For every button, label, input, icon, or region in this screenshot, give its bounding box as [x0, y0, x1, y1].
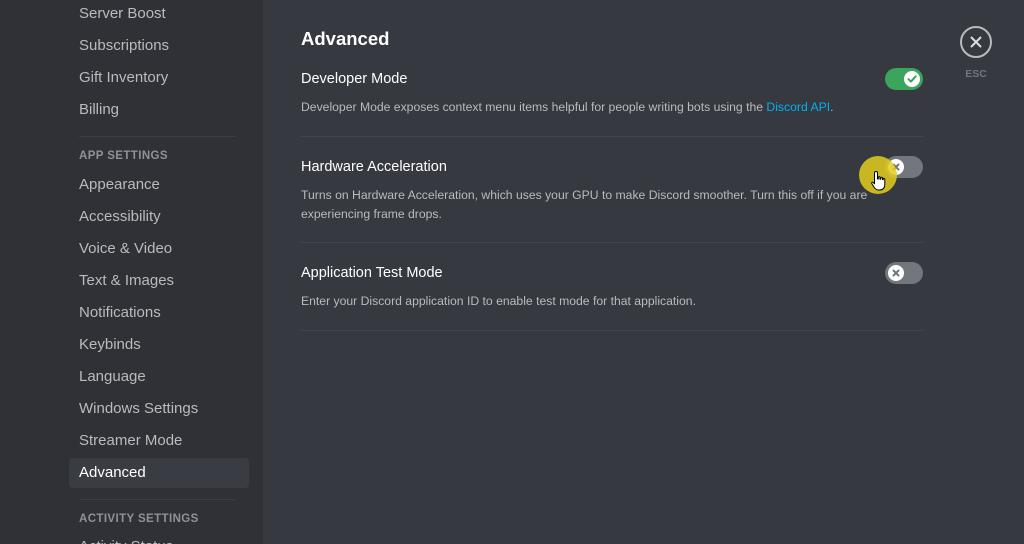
settings-content: Advanced Developer Mode Developer Mode e… [263, 0, 1024, 544]
setting-divider [301, 330, 923, 331]
developer-mode-toggle[interactable] [885, 68, 923, 90]
application-test-mode-description: Enter your Discord application ID to ena… [301, 294, 696, 308]
sidebar-item-subscriptions[interactable]: Subscriptions [69, 31, 249, 61]
sidebar-item-notifications[interactable]: Notifications [69, 298, 249, 328]
sidebar-item-accessibility[interactable]: Accessibility [69, 202, 249, 232]
description-text: Developer Mode exposes context menu item… [301, 100, 767, 114]
sidebar-item-windows-settings[interactable]: Windows Settings [69, 394, 249, 424]
hand-cursor-icon [871, 171, 886, 191]
developer-mode-description: Developer Mode exposes context menu item… [301, 98, 881, 117]
sidebar-separator [79, 499, 235, 500]
description-suffix: . [830, 100, 834, 114]
close-button[interactable] [960, 26, 992, 58]
check-icon [907, 75, 917, 83]
discord-api-link[interactable]: Discord API [766, 100, 830, 114]
sidebar-item-appearance[interactable]: Appearance [69, 170, 249, 200]
setting-divider [301, 136, 923, 137]
hardware-acceleration-title: Hardware Acceleration [301, 159, 447, 175]
sidebar-item-server-boost[interactable]: Server Boost [69, 0, 249, 29]
application-test-mode-title: Application Test Mode [301, 265, 443, 281]
esc-label: ESC [965, 68, 987, 80]
close-icon [970, 36, 982, 48]
page-title: Advanced [301, 28, 390, 49]
hardware-acceleration-description: Turns on Hardware Acceleration, which us… [301, 188, 868, 221]
toggle-knob [904, 71, 920, 87]
sidebar-item-advanced[interactable]: Advanced [69, 458, 249, 488]
sidebar-item-language[interactable]: Language [69, 362, 249, 392]
sidebar-item-gift-inventory[interactable]: Gift Inventory [69, 63, 249, 93]
toggle-knob [888, 265, 904, 281]
sidebar-item-text-images[interactable]: Text & Images [69, 266, 249, 296]
sidebar-item-voice-video[interactable]: Voice & Video [69, 234, 249, 264]
settings-sidebar: Server Boost Subscriptions Gift Inventor… [0, 0, 263, 544]
sidebar-separator [79, 136, 235, 137]
sidebar-item-keybinds[interactable]: Keybinds [69, 330, 249, 360]
close-icon [892, 269, 900, 277]
developer-mode-title: Developer Mode [301, 71, 408, 87]
activity-settings-header: ACTIVITY SETTINGS [79, 513, 199, 525]
setting-divider [301, 242, 923, 243]
app-settings-header: APP SETTINGS [79, 150, 168, 162]
sidebar-item-activity-status[interactable]: Activity Status [69, 532, 249, 544]
application-test-mode-toggle[interactable] [885, 262, 923, 284]
sidebar-item-streamer-mode[interactable]: Streamer Mode [69, 426, 249, 456]
sidebar-item-billing[interactable]: Billing [69, 95, 249, 125]
